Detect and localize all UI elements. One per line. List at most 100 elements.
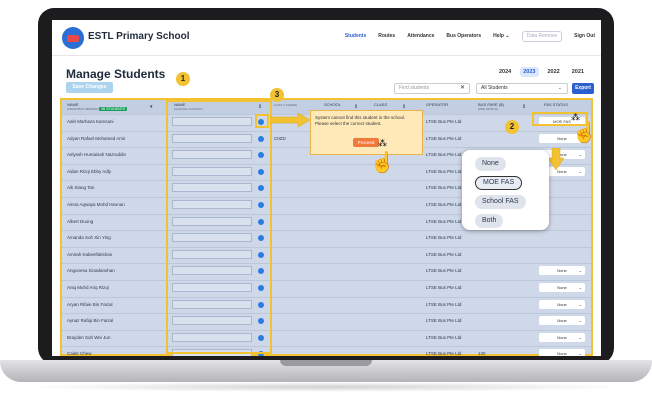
row-highlight-box	[255, 114, 269, 128]
status-dot-icon[interactable]	[258, 301, 264, 308]
status-dot-icon[interactable]	[258, 185, 264, 192]
school-name-input[interactable]	[172, 266, 252, 276]
nav-data-remove[interactable]: Data Remove	[521, 31, 563, 42]
year-tab-2022[interactable]: 2022	[545, 67, 563, 77]
operator-cell: LTSE Bus Pte Ltd	[426, 334, 462, 340]
header-fare: BUS FARE ($) (PER MONTH)	[478, 103, 504, 112]
fas-status-select[interactable]: None ⌄	[539, 283, 585, 292]
student-name-cell: Ainna Aqwaya Mohd Hexnan	[67, 202, 125, 207]
student-name-cell: Adel Marhaza Kamsani	[67, 119, 114, 124]
school-name-input[interactable]	[172, 183, 252, 193]
nav-help[interactable]: Help ⌄	[493, 33, 509, 42]
step-badge-3: 3	[270, 88, 284, 102]
nav-sign-out[interactable]: Sign Out	[574, 33, 595, 42]
operator-cell: LTSE Bus Pte Ltd	[426, 218, 462, 224]
year-tab-2021[interactable]: 2021	[569, 67, 587, 77]
school-name-input[interactable]	[172, 166, 252, 176]
sort-icon[interactable]: ⇕	[522, 104, 526, 110]
fas-status-select[interactable]: None ⌄	[539, 332, 585, 342]
school-name-input[interactable]	[172, 299, 252, 309]
arrow-right-icon	[270, 113, 311, 127]
fas-status-select[interactable]: None ⌄	[539, 266, 585, 276]
nav-students[interactable]: Students	[345, 33, 366, 42]
school-name-input[interactable]	[172, 133, 252, 143]
sort-icon[interactable]: ▾	[150, 104, 153, 110]
laptop-notch	[280, 360, 372, 366]
operator-cell: LTSE Bus Pte Ltd	[426, 285, 462, 290]
operator-cell: LTSE Bus Pte Ltd	[426, 152, 462, 158]
fas-option-both[interactable]: Both	[475, 214, 504, 228]
top-header: ESTL Primary School Students Routes Atte…	[52, 20, 601, 56]
status-dot-icon[interactable]	[258, 168, 264, 175]
school-name-input[interactable]	[172, 150, 252, 160]
year-tab-2024[interactable]: 2024	[496, 67, 514, 77]
student-name-cell: Aidan Rizqi Ebby Adly	[67, 168, 112, 174]
fas-status-value: None	[557, 268, 567, 274]
school-name-input[interactable]	[172, 332, 252, 342]
status-dot-icon[interactable]	[258, 235, 264, 242]
status-dot-icon[interactable]	[258, 135, 264, 142]
proceed-button[interactable]: Proceed	[353, 138, 379, 147]
student-name-cell: Aryan Rifaie Bin Faizal	[67, 301, 113, 307]
school-name-input[interactable]	[172, 216, 252, 226]
fas-status-select[interactable]: None ⌄	[539, 349, 585, 356]
year-tabs: 2024 2023 2022 2021	[496, 67, 587, 77]
fas-status-value: None	[557, 285, 567, 290]
sort-icon[interactable]: ⇕	[258, 104, 262, 110]
fas-option-none[interactable]: None	[475, 157, 506, 171]
fas-status-select[interactable]: None ⌄	[539, 316, 585, 326]
fas-option-moe-fas[interactable]: MOE FAS	[475, 176, 523, 190]
status-dot-icon[interactable]	[258, 285, 264, 291]
fas-status-select[interactable]: None ⌄	[539, 299, 585, 309]
student-filter-select[interactable]: All Students ⌄	[476, 83, 568, 94]
status-dot-icon[interactable]	[258, 251, 264, 258]
year-tab-2023[interactable]: 2023	[520, 67, 539, 77]
top-nav: Students Routes Attendance Bus Operators…	[345, 31, 595, 42]
save-changes-button[interactable]: Save Changes	[66, 82, 113, 93]
status-dot-icon[interactable]	[258, 334, 264, 341]
status-dot-icon[interactable]	[258, 152, 264, 159]
school-name-input[interactable]	[172, 349, 252, 356]
operator-cell: LTSE Bus Pte Ltd	[426, 318, 462, 324]
clear-icon[interactable]: ✕	[460, 84, 465, 93]
export-button[interactable]: Export	[572, 83, 594, 94]
search-input[interactable]: Find students ✕	[394, 83, 470, 94]
student-name-cell: Amanda Soh Xin Ying	[67, 235, 111, 241]
school-name-input[interactable]	[172, 283, 252, 292]
school-name-input[interactable]	[172, 249, 252, 259]
chevron-down-icon: ⌄	[578, 318, 582, 324]
fas-status-value: None	[557, 135, 567, 141]
school-name-input[interactable]	[172, 233, 252, 243]
student-name-cell: Brayden Soh Wei Jun	[67, 334, 111, 340]
nav-attendance[interactable]: Attendance	[407, 33, 434, 42]
status-dot-icon[interactable]	[258, 268, 264, 275]
chevron-down-icon: ⌄	[557, 85, 562, 91]
header-name: NAME (FROM BUS VENDOR) 96 STUDENTS	[67, 103, 128, 111]
header-operator: OPERATOR	[426, 102, 449, 107]
col3-cell: C0ZD	[274, 135, 286, 141]
table-row: Brayden Soh Wei Jun LTSE Bus Pte Ltd None ⌄	[62, 329, 591, 344]
header-col3: (LAST 4 CHARS)	[274, 103, 297, 107]
table-row: Aniq Muhd Ariq Rizqi LTSE Bus Pte Ltd None…	[62, 280, 591, 294]
school-name: ESTL Primary School	[88, 31, 190, 42]
status-dot-icon[interactable]	[258, 218, 264, 225]
nav-bus-operators[interactable]: Bus Operators	[446, 33, 481, 42]
school-name-input[interactable]	[172, 117, 252, 126]
table-row: Amirah Kabeelfatishan LTSE Bus Pte Ltd	[62, 246, 591, 261]
table-row: Caleb Chew LTSE Bus Pte Ltd 130 None ⌄	[62, 346, 591, 356]
status-dot-icon[interactable]	[258, 202, 264, 208]
chevron-down-icon: ⌄	[578, 334, 582, 340]
school-name-input[interactable]	[172, 200, 252, 209]
header-fare-sub: (PER MONTH)	[478, 107, 498, 111]
page-title: Manage Students	[66, 67, 166, 81]
school-name-input[interactable]	[172, 316, 252, 326]
student-filter-value: All Students	[481, 85, 508, 91]
fas-status-value: None	[557, 318, 567, 324]
operator-cell: LTSE Bus Pte Ltd	[426, 119, 462, 124]
fas-option-school-fas[interactable]: School FAS	[475, 195, 526, 209]
table-row: Angunesa Sinadanshan LTSE Bus Pte Ltd None…	[62, 263, 591, 277]
nav-routes[interactable]: Routes	[378, 33, 395, 42]
status-dot-icon[interactable]	[258, 351, 264, 356]
status-dot-icon[interactable]	[258, 318, 264, 325]
operator-cell: LTSE Bus Pte Ltd	[426, 351, 462, 356]
